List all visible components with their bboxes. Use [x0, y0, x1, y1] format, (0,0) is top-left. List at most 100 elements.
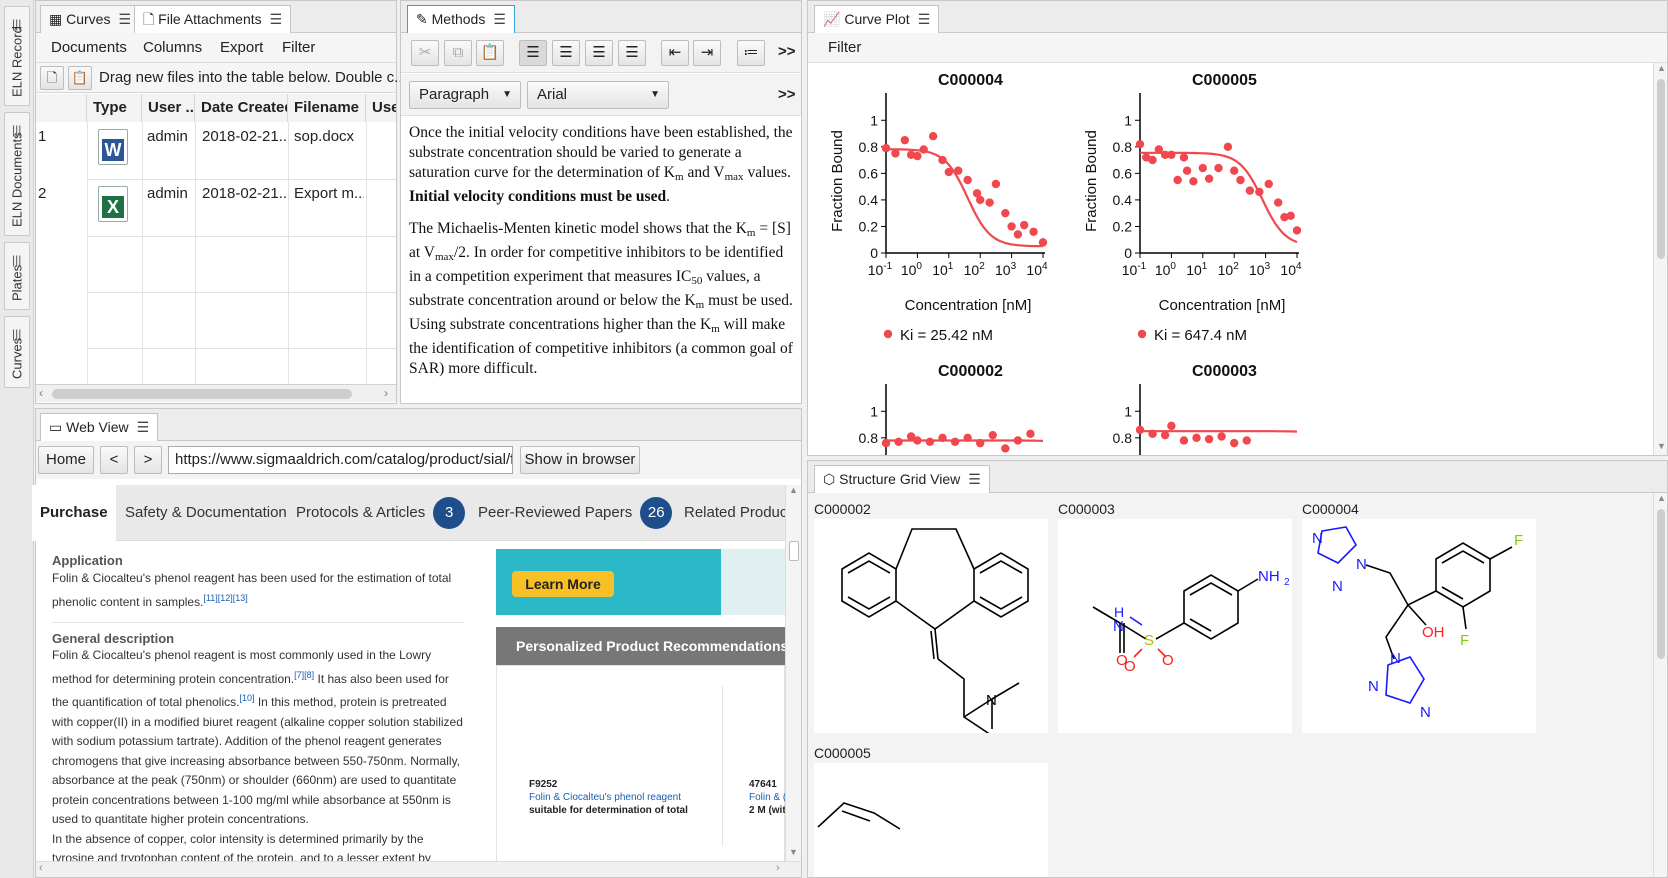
- forward-button[interactable]: >: [134, 446, 162, 474]
- copy-button[interactable]: ⧉: [444, 40, 472, 66]
- scroll-up-icon[interactable]: ▲: [789, 485, 798, 495]
- lab-image: [721, 549, 785, 615]
- product-tab-papers[interactable]: Peer-Reviewed Papers 26: [478, 485, 673, 541]
- bullet-list-icon: ≔: [743, 44, 759, 61]
- column-header-user[interactable]: User ...: [142, 94, 195, 122]
- column-header-filename[interactable]: Filename: [288, 94, 366, 122]
- paste-button[interactable]: 📋: [476, 40, 504, 66]
- scrollbar-thumb[interactable]: [789, 541, 799, 561]
- scroll-right-icon[interactable]: ›: [776, 862, 780, 874]
- cell-date-created: 2018-02-21...: [202, 185, 286, 202]
- url-field[interactable]: https://www.sigmaaldrich.com/catalog/pro…: [168, 446, 513, 474]
- column-header-type[interactable]: Type: [87, 94, 142, 122]
- menu-filter[interactable]: Filter: [828, 39, 861, 56]
- learn-more-button[interactable]: Learn More: [512, 571, 614, 597]
- tab-curves[interactable]: ▦ Curves ☰: [40, 5, 141, 33]
- justify-button[interactable]: ☰: [618, 40, 646, 66]
- home-button[interactable]: Home: [38, 446, 94, 474]
- scroll-up-icon[interactable]: ▲: [1657, 493, 1666, 503]
- tab-menu-icon[interactable]: ☰: [118, 11, 131, 27]
- x-tick-label: 102: [1218, 261, 1240, 278]
- scrollbar-thumb[interactable]: [1657, 509, 1665, 659]
- product-link[interactable]: Folin & Ciocalteu's phenol reagent: [529, 791, 688, 804]
- browser-toolbar: Home < > https://www.sigmaaldrich.com/ca…: [36, 441, 801, 479]
- reference-link[interactable]: [11][12][13]: [203, 593, 247, 603]
- style-toolbar-overflow-button[interactable]: >>: [778, 86, 796, 103]
- attachments-table: Type User ... Date Created Filename Use …: [36, 94, 396, 384]
- scroll-right-icon[interactable]: ›: [384, 386, 388, 400]
- tab-methods[interactable]: ✎ Methods ☰: [407, 5, 515, 34]
- scrollbar-thumb[interactable]: [52, 389, 352, 399]
- atom-label: N: [1332, 578, 1343, 595]
- structure-card-c000004[interactable]: N N N N N N OH F F: [1302, 519, 1536, 733]
- recommendation-item[interactable]: F9252 Folin & Ciocalteu's phenol reagent…: [529, 778, 688, 817]
- tab-menu-icon[interactable]: ☰: [918, 11, 931, 27]
- web-horizontal-scrollbar[interactable]: ‹ ›: [36, 861, 801, 877]
- data-point: [894, 437, 903, 446]
- tab-curve-plot[interactable]: 📈 Curve Plot ☰: [814, 5, 940, 34]
- menu-columns[interactable]: Columns: [143, 39, 202, 56]
- paragraph-style-select[interactable]: Paragraph ▼: [409, 81, 521, 109]
- structure-card-c000003[interactable]: H N S O O O NH 2: [1058, 519, 1292, 733]
- sidebar-tab-eln-documents[interactable]: ||| ELN Documents: [4, 112, 30, 236]
- sidebar-tab-curves[interactable]: ||| Curves: [4, 316, 30, 388]
- menu-documents[interactable]: Documents: [51, 39, 127, 56]
- x-tick-label: 101: [932, 261, 954, 278]
- tab-structure-grid-view[interactable]: ⬡ Structure Grid View ☰: [814, 465, 990, 494]
- tab-menu-icon[interactable]: ☰: [493, 11, 506, 27]
- recommendation-item[interactable]: 47641 Folin & ( 2 M (wit: [749, 778, 785, 817]
- product-tab-protocols[interactable]: Protocols & Articles 3: [296, 485, 466, 541]
- atom-label: OH: [1422, 624, 1445, 641]
- tab-file-attachments[interactable]: 🗋 File Attachments ☰: [134, 5, 292, 34]
- structure-card-c000002[interactable]: N: [814, 519, 1048, 738]
- cut-button[interactable]: ✂: [411, 40, 439, 66]
- vertical-scrollbar[interactable]: ▲ ▼: [1653, 63, 1667, 455]
- align-center-button[interactable]: ☰: [552, 40, 580, 66]
- indent-button[interactable]: ⇥: [693, 40, 721, 66]
- structure-card-c000005[interactable]: [814, 763, 1048, 877]
- scroll-up-icon[interactable]: ▲: [1657, 63, 1666, 73]
- column-header-date-created[interactable]: Date Created: [195, 94, 288, 122]
- scrollbar-thumb[interactable]: [1657, 79, 1665, 259]
- menu-filter[interactable]: Filter: [282, 39, 315, 56]
- scroll-left-icon[interactable]: ‹: [39, 862, 43, 874]
- data-point: [950, 437, 960, 446]
- scroll-down-icon[interactable]: ▼: [789, 847, 798, 857]
- tab-menu-icon[interactable]: ☰: [968, 471, 981, 487]
- sidebar-tab-plates[interactable]: ||| Plates: [4, 242, 30, 310]
- product-tab-related[interactable]: Related Product: [684, 485, 792, 541]
- product-tab-safety[interactable]: Safety & Documentation: [125, 485, 287, 541]
- font-select[interactable]: Arial ▼: [527, 81, 669, 109]
- reference-link[interactable]: [10]: [239, 693, 254, 703]
- align-right-button[interactable]: ☰: [585, 40, 613, 66]
- methods-document[interactable]: Once the initial velocity conditions hav…: [409, 123, 793, 391]
- align-left-button[interactable]: ☰: [519, 40, 547, 66]
- paste-file-button[interactable]: 📋: [68, 66, 92, 90]
- align-right-icon: ☰: [592, 44, 606, 61]
- scroll-left-icon[interactable]: ‹: [39, 386, 43, 400]
- y-tick-label: 0.2: [859, 218, 879, 234]
- back-button[interactable]: <: [100, 446, 128, 474]
- plot-title: C000003: [1192, 363, 1257, 380]
- bullet-list-button[interactable]: ≔: [737, 40, 765, 66]
- data-point: [938, 433, 947, 443]
- tab-menu-icon[interactable]: ☰: [270, 11, 283, 27]
- reference-link[interactable]: [7][8]: [294, 670, 314, 680]
- scroll-down-icon[interactable]: ▼: [1657, 441, 1666, 451]
- tab-web-view[interactable]: ▭ Web View ☰: [40, 413, 159, 442]
- horizontal-scrollbar[interactable]: ‹ ›: [36, 384, 396, 402]
- column-header-use[interactable]: Use: [366, 94, 396, 122]
- product-tab-purchase[interactable]: Purchase: [32, 485, 116, 541]
- methods-panel: ✎ Methods ☰ ✂ ⧉ 📋 ☰ ☰ ☰ ☰ ⇤ ⇥ ≔ >> Paragr…: [400, 0, 802, 404]
- outdent-button[interactable]: ⇤: [661, 40, 689, 66]
- web-vertical-scrollbar[interactable]: ▲ ▼: [785, 485, 801, 861]
- align-center-icon: ☰: [559, 44, 573, 61]
- menu-export[interactable]: Export: [220, 39, 263, 56]
- product-link[interactable]: Folin & (: [749, 791, 785, 804]
- show-in-browser-button[interactable]: Show in browser: [520, 446, 640, 474]
- structure-vertical-scrollbar[interactable]: ▲: [1653, 493, 1667, 877]
- sidebar-tab-eln-record[interactable]: ||| ELN Record: [4, 6, 30, 106]
- tab-menu-icon[interactable]: ☰: [137, 419, 150, 435]
- toolbar-overflow-button[interactable]: >>: [778, 43, 796, 60]
- new-document-button[interactable]: 🗋: [40, 66, 64, 90]
